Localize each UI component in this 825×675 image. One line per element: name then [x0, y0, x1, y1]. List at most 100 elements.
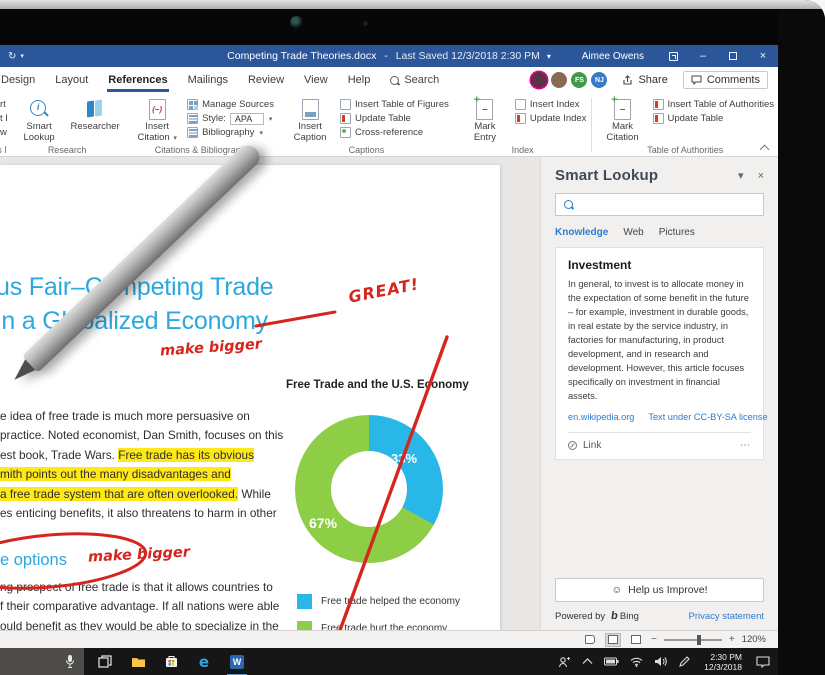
insert-endnote-button[interactable]: rt Endnote	[0, 98, 3, 111]
action-center-icon[interactable]	[756, 656, 770, 668]
update-toa-table-button[interactable]: Update Table	[653, 112, 775, 125]
zoom-out-button[interactable]: −	[651, 634, 657, 645]
comments-label: Comments	[707, 74, 760, 86]
wifi-icon[interactable]	[630, 657, 643, 667]
qat-dropdown-icon[interactable]: ▾	[20, 52, 24, 60]
quick-access-toolbar: ↻ ▾	[0, 51, 24, 62]
help-us-improve-button[interactable]: ☺ Help us Improve!	[555, 578, 764, 602]
word-icon: W	[230, 655, 244, 669]
researcher-icon	[83, 97, 108, 121]
update-table-button[interactable]: Update Table	[340, 112, 449, 125]
pen-icon[interactable]	[678, 656, 690, 668]
avatar-4[interactable]: NJ	[591, 72, 607, 88]
microsoft-store-button[interactable]	[163, 654, 179, 670]
zoom-in-button[interactable]: +	[729, 634, 735, 645]
redo-icon[interactable]: ↻	[8, 51, 16, 62]
collapse-ribbon-icon[interactable]	[760, 143, 768, 151]
tab-review[interactable]: Review	[238, 67, 294, 93]
mark-citation-button[interactable]: MarkCitation	[597, 96, 649, 143]
web-layout-button[interactable]	[628, 633, 644, 647]
manage-sources-button[interactable]: Manage Sources	[187, 98, 274, 111]
edge-icon: e	[199, 653, 209, 671]
avatar-2[interactable]	[551, 72, 567, 88]
wikipedia-link[interactable]: en.wikipedia.org	[568, 412, 634, 422]
insert-caption-button[interactable]: InsertCaption	[284, 96, 336, 143]
tab-view[interactable]: View	[294, 67, 338, 93]
insert-caption-icon	[298, 97, 323, 121]
zoom-level[interactable]: 120%	[742, 634, 766, 645]
button-label: Bibliography	[202, 127, 254, 138]
insert-citation-button[interactable]: InsertCitation ▾	[131, 96, 183, 144]
title-dropdown-icon[interactable]: ▾	[547, 52, 551, 61]
more-options-icon[interactable]: ⋯	[740, 440, 751, 451]
pane-tab-web[interactable]: Web	[623, 227, 643, 238]
update-index-button[interactable]: Update Index	[515, 112, 587, 125]
tab-help[interactable]: Help	[338, 67, 381, 93]
minimize-button[interactable]: –	[688, 45, 718, 67]
smart-lookup-button[interactable]: SmartLookup	[13, 96, 65, 143]
next-footnote-button[interactable]: t Footnote▾	[0, 112, 3, 125]
style-value[interactable]: APA	[230, 113, 264, 125]
people-icon[interactable]	[558, 656, 571, 668]
link-row[interactable]: Link ⋯	[568, 440, 751, 451]
file-explorer-icon	[131, 656, 146, 668]
taskbar-clock[interactable]: 2:30 PM 12/3/2018	[704, 652, 742, 672]
system-tray: 2:30 PM 12/3/2018	[558, 652, 778, 672]
tab-mailings[interactable]: Mailings	[178, 67, 238, 93]
cross-reference-button[interactable]: Cross-reference	[340, 126, 449, 139]
insert-table-of-figures-button[interactable]: Insert Table of Figures	[340, 98, 449, 111]
update-index-icon	[515, 113, 526, 124]
chevron-up-icon[interactable]	[582, 658, 593, 665]
pane-close-icon[interactable]: ×	[758, 170, 764, 182]
file-explorer-button[interactable]	[130, 654, 146, 670]
battery-icon[interactable]	[604, 657, 619, 666]
task-view-button[interactable]	[97, 654, 113, 670]
license-link[interactable]: Text under CC-BY-SA license	[648, 412, 767, 422]
zoom-slider[interactable]	[664, 639, 722, 641]
close-button[interactable]: ×	[748, 45, 778, 67]
print-layout-button[interactable]	[605, 633, 621, 647]
search-box[interactable]: Search	[380, 67, 449, 93]
style-selector[interactable]: Style:APA▾	[187, 112, 274, 125]
show-notes-button[interactable]: w Notes	[0, 126, 3, 139]
avatar-3[interactable]: FS	[571, 72, 587, 88]
bibliography-button[interactable]: Bibliography▾	[187, 126, 274, 139]
update-table-icon	[340, 113, 351, 124]
share-icon	[622, 75, 633, 86]
tab-design[interactable]: Design	[0, 67, 45, 93]
pane-tab-knowledge[interactable]: Knowledge	[555, 227, 608, 238]
button-label: Cross-reference	[355, 127, 423, 138]
comments-button[interactable]: Comments	[683, 71, 768, 89]
pane-tab-pictures[interactable]: Pictures	[659, 227, 695, 238]
ribbon-display-options-button[interactable]	[658, 45, 688, 67]
dialog-launcher-icon[interactable]	[5, 146, 6, 153]
share-button[interactable]: Share	[615, 72, 674, 88]
text-line: mith points out the many disadvantages a…	[0, 465, 300, 484]
mark-entry-button[interactable]: MarkEntry	[459, 96, 511, 143]
text-line: practice. Noted economist, Dan Smith, fo…	[0, 426, 300, 445]
privacy-statement-link[interactable]: Privacy statement	[689, 611, 765, 622]
dropdown-icon: ▾	[269, 115, 273, 123]
word-taskbar-button[interactable]: W	[229, 654, 245, 670]
zoom-slider-thumb[interactable]	[697, 635, 701, 645]
read-mode-button[interactable]	[582, 633, 598, 647]
signed-in-user[interactable]: Aimee Owens	[582, 51, 644, 62]
paragraph-2: ng prospect of free trade is that it all…	[0, 578, 300, 630]
insert-toa-icon	[653, 99, 664, 110]
restore-button[interactable]	[718, 45, 748, 67]
donut-chart[interactable]: 33% 67%	[295, 415, 443, 563]
pane-dropdown-icon[interactable]: ▾	[738, 169, 744, 182]
tab-layout[interactable]: Layout	[45, 67, 98, 93]
update-toa-icon	[653, 113, 664, 124]
volume-icon[interactable]	[654, 656, 667, 667]
document-canvas[interactable]: us Fair–Competing Trade in a Globalized …	[0, 157, 540, 630]
tab-references[interactable]: References	[98, 67, 177, 93]
edge-button[interactable]: e	[196, 654, 212, 670]
researcher-button[interactable]: Researcher	[69, 96, 121, 133]
text-line: es enticing benefits, it also threatens …	[0, 504, 300, 523]
insert-table-of-authorities-button[interactable]: Insert Table of Authorities	[653, 98, 775, 111]
avatar-1[interactable]	[531, 72, 547, 88]
ribbon-group-citations: InsertCitation ▾ Manage Sources Style:AP…	[127, 95, 278, 156]
pane-search-input[interactable]	[555, 193, 764, 216]
insert-index-button[interactable]: Insert Index	[515, 98, 587, 111]
